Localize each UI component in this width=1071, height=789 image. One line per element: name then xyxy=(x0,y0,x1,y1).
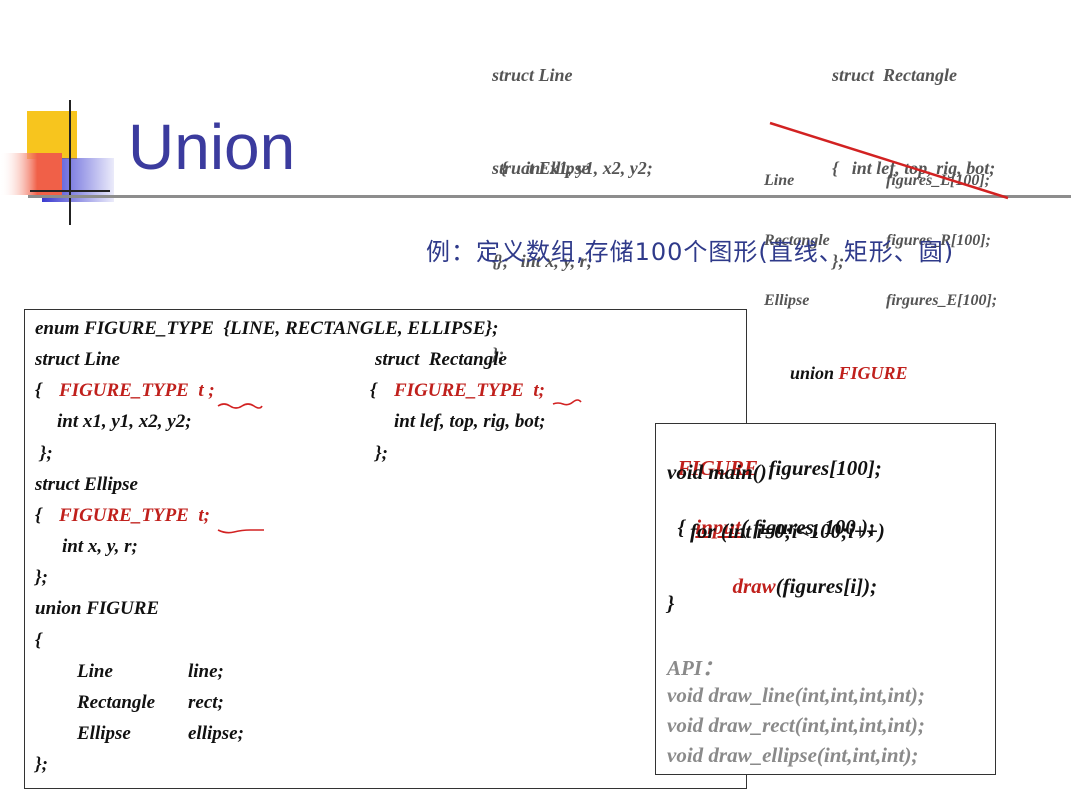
line-type-field: FIGURE_TYPE t ; xyxy=(59,380,215,401)
strike-through-mark xyxy=(769,121,1009,200)
union-close-brace: }; xyxy=(35,754,48,775)
api-draw-line: void draw_line(int,int,int,int); xyxy=(667,683,925,707)
member-name: ellipse; xyxy=(188,723,244,744)
decl-rest: figures[100]; xyxy=(758,456,882,480)
slide-logo xyxy=(0,100,114,225)
draw-fn: draw xyxy=(732,574,776,598)
rect-open-brace: { xyxy=(370,380,377,401)
code-line: firgures_E[100]; xyxy=(886,292,998,309)
union-name: FIGURE xyxy=(838,363,908,383)
union-keyword: union xyxy=(790,363,839,383)
struct-rect-header: struct Rectangle xyxy=(375,349,507,370)
slide-subtitle: 例：定义数组,存储100个图形(直线、矩形、圆) xyxy=(426,238,955,266)
code-line: struct Ellipse xyxy=(492,158,590,178)
struct-line-header: struct Line xyxy=(35,349,120,370)
member-type: Rectangle xyxy=(77,692,156,713)
struct-ellipse-header: struct Ellipse xyxy=(35,474,138,495)
rect-fields: int lef, top, rig, bot; xyxy=(394,411,546,432)
line-open-brace: { xyxy=(35,380,42,401)
member-type: Ellipse xyxy=(77,723,131,744)
draw-args: (figures[i]); xyxy=(775,574,878,598)
for-loop: for (int i=0;i<100;i++) xyxy=(690,519,885,543)
member-name: rect; xyxy=(188,692,224,713)
member-name: line; xyxy=(188,661,224,682)
rect-type-field: FIGURE_TYPE t; xyxy=(394,380,545,401)
union-open-brace: { xyxy=(35,630,42,651)
code-line: struct Line xyxy=(492,65,573,85)
code-line: struct Rectangle xyxy=(832,65,957,85)
api-draw-ellipse: void draw_ellipse(int,int,int); xyxy=(667,743,919,767)
line-fields: int x1, y1, x2, y2; xyxy=(57,411,192,432)
line-close-brace: }; xyxy=(35,443,53,464)
union-header: union FIGURE xyxy=(35,598,160,619)
api-draw-rect: void draw_rect(int,int,int,int); xyxy=(667,713,925,737)
ellipse-type-field: FIGURE_TYPE t; xyxy=(59,505,210,526)
ellipse-fields: int x, y, r; xyxy=(62,536,138,557)
ellipse-close-brace: }; xyxy=(35,567,48,588)
code-line: Ellipse xyxy=(764,292,810,309)
main-close-brace: } xyxy=(667,591,675,615)
enum-line: enum FIGURE_TYPE {LINE, RECTANGLE, ELLIP… xyxy=(35,318,499,339)
slide-title: Union xyxy=(128,111,296,183)
union-snippet-header: union FIGURE xyxy=(790,361,908,385)
main-signature: void main() xyxy=(667,460,767,484)
api-label: API： xyxy=(667,656,724,680)
draw-call: draw(figures[i]); xyxy=(722,549,878,599)
member-type: Line xyxy=(77,661,113,682)
rect-close-brace: }; xyxy=(375,443,388,464)
ellipse-open-brace: { xyxy=(35,505,42,526)
